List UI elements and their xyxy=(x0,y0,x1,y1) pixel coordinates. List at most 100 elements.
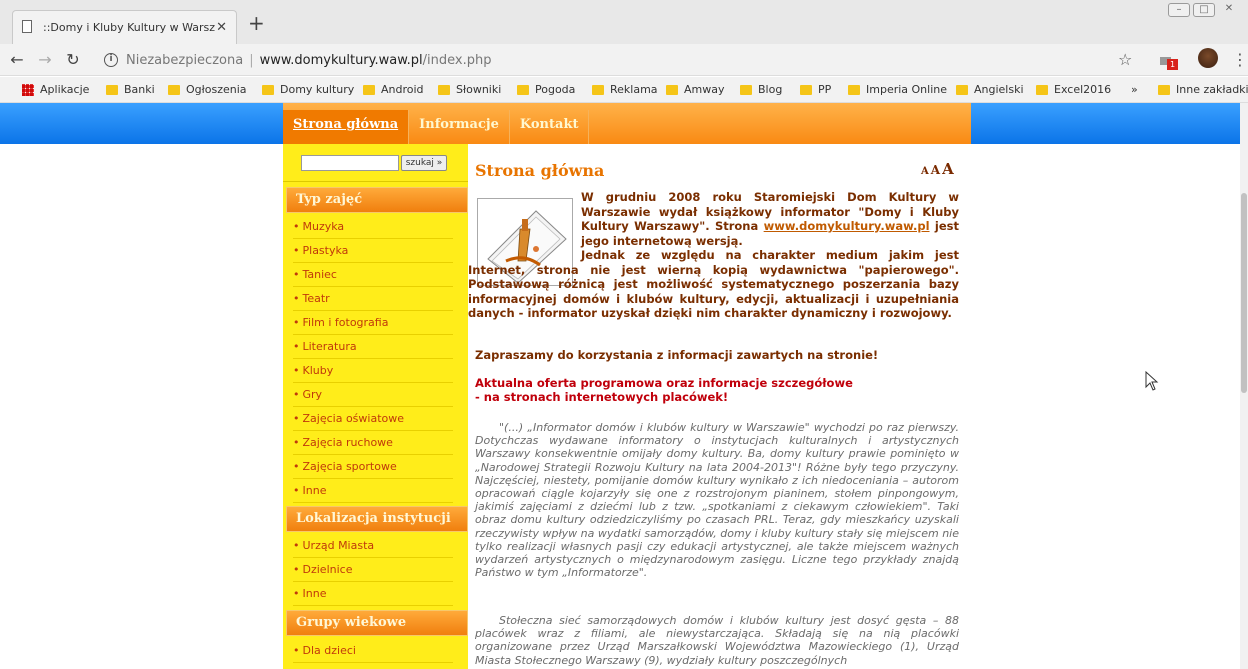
maximize-button[interactable]: □ xyxy=(1193,3,1215,17)
offer-text-line1: Aktualna oferta programowa oraz informac… xyxy=(475,376,853,390)
close-window-button[interactable]: ✕ xyxy=(1218,3,1240,17)
bookmark-star-icon[interactable]: ☆ xyxy=(1118,50,1132,69)
nav-home[interactable]: Strona główna xyxy=(283,110,410,144)
folder-icon xyxy=(262,84,274,95)
intro-paragraph: W grudniu 2008 roku Staromiejski Dom Kul… xyxy=(581,190,959,248)
page-title: Strona główna xyxy=(475,161,605,180)
bookmark-folder[interactable]: Słowniki xyxy=(438,83,501,96)
folder-icon xyxy=(168,84,180,95)
browser-toolbar: ← → ↻ i Niezabezpieczona | www.domykultu… xyxy=(0,44,1248,76)
extension-icon[interactable]: 1 xyxy=(1160,50,1178,70)
nav-information[interactable]: Informacje xyxy=(409,110,510,144)
search-button[interactable]: szukaj » xyxy=(401,155,447,171)
search-input[interactable] xyxy=(301,155,399,171)
extension-badge: 1 xyxy=(1167,59,1178,70)
sidebar-item-inne-lok[interactable]: • Inne xyxy=(293,583,453,606)
sidebar: szukaj » Typ zajęć • Muzyka • Plastyka • Ta… xyxy=(283,144,468,669)
sidebar-item-oswiatowe[interactable]: • Zajęcia oświatowe xyxy=(293,408,453,431)
bookmark-folder[interactable]: Banki xyxy=(106,83,155,96)
bookmark-folder[interactable]: Pogoda xyxy=(517,83,575,96)
reload-button[interactable]: ↻ xyxy=(62,50,84,69)
sidebar-item-sportowe[interactable]: • Zajęcia sportowe xyxy=(293,456,453,479)
scrollbar-thumb[interactable] xyxy=(1241,193,1247,393)
web-page: Strona główna Informacje Kontakt szukaj … xyxy=(0,103,1248,669)
folder-icon xyxy=(438,84,450,95)
sidebar-item-ruchowe[interactable]: • Zajęcia ruchowe xyxy=(293,432,453,455)
bookmark-folder[interactable]: Reklama xyxy=(592,83,658,96)
bookmark-apps[interactable]: Aplikacje xyxy=(22,83,89,96)
folder-icon xyxy=(517,84,529,95)
font-size-controls: AAA xyxy=(919,159,954,178)
forward-button[interactable]: → xyxy=(34,50,56,69)
section-type-header: Typ zajęć xyxy=(286,187,468,213)
apps-icon xyxy=(22,83,34,96)
sidebar-item-taniec[interactable]: • Taniec xyxy=(293,264,453,287)
bookmark-folder[interactable]: PP xyxy=(800,83,831,96)
sidebar-item-literatura[interactable]: • Literatura xyxy=(293,336,453,359)
main-content: Strona główna AAA W grudniu 2008 roku St… xyxy=(468,144,971,669)
bookmarks-overflow[interactable]: » xyxy=(1131,83,1138,96)
font-medium-button[interactable]: A xyxy=(931,163,940,177)
info-icon[interactable]: i xyxy=(104,53,118,67)
page-icon xyxy=(22,20,32,33)
folder-icon xyxy=(363,84,375,95)
sidebar-item-muzyka[interactable]: • Muzyka xyxy=(293,216,453,239)
menu-icon[interactable]: ⋮ xyxy=(1232,50,1248,69)
browser-tab[interactable]: ::Domy i Kluby Kultury w Warsz ✕ xyxy=(12,10,237,44)
bookmark-folder[interactable]: Amway xyxy=(666,83,725,96)
tab-title: ::Domy i Kluby Kultury w Warsz xyxy=(43,21,216,34)
bookmark-folder[interactable]: Domy kultury xyxy=(262,83,354,96)
url-path: /index.php xyxy=(422,52,492,68)
description-paragraph: Jednak ze względu na charakter medium ja… xyxy=(468,248,959,320)
section-location-header: Lokalizacja instytucji xyxy=(286,506,468,532)
folder-icon xyxy=(956,84,968,95)
folder-icon xyxy=(106,84,118,95)
sidebar-item-kluby[interactable]: • Kluby xyxy=(293,360,453,383)
font-large-button[interactable]: A xyxy=(942,160,954,178)
sidebar-item-plastyka[interactable]: • Plastyka xyxy=(293,240,453,263)
bookmarks-bar: Aplikacje Banki Ogłoszenia Domy kultury … xyxy=(0,77,1248,103)
folder-icon xyxy=(1158,84,1170,95)
page-scrollbar[interactable] xyxy=(1240,103,1248,669)
site-link[interactable]: www.domykultury.waw.pl xyxy=(764,219,930,233)
address-bar[interactable]: i Niezabezpieczona | www.domykultury.waw… xyxy=(104,46,1124,74)
sidebar-item-urzad[interactable]: • Urząd Miasta xyxy=(293,535,453,558)
url-host: www.domykultury.waw.pl xyxy=(259,52,423,68)
bookmark-folder[interactable]: Android xyxy=(363,83,424,96)
offer-text-line2: - na stronach internetowych placówek! xyxy=(475,390,729,404)
folder-icon xyxy=(740,84,752,95)
folder-icon xyxy=(592,84,604,95)
back-button[interactable]: ← xyxy=(6,50,28,69)
font-small-button[interactable]: A xyxy=(921,166,929,177)
bookmark-folder[interactable]: Angielski xyxy=(956,83,1024,96)
folder-icon xyxy=(1036,84,1048,95)
search-area: szukaj » xyxy=(283,144,468,182)
quote-paragraph-1: "(...) „Informator domów i klubów kultur… xyxy=(475,421,959,580)
nav-contact[interactable]: Kontakt xyxy=(510,110,590,144)
close-tab-icon[interactable]: ✕ xyxy=(216,20,227,35)
bookmark-folder[interactable]: Excel2016 xyxy=(1036,83,1111,96)
bookmark-other[interactable]: Inne zakładki xyxy=(1158,83,1248,96)
bookmark-folder[interactable]: Imperia Online xyxy=(848,83,947,96)
folder-icon xyxy=(666,84,678,95)
minimize-button[interactable]: – xyxy=(1168,3,1190,17)
sidebar-item-teatr[interactable]: • Teatr xyxy=(293,288,453,311)
sidebar-item-gry[interactable]: • Gry xyxy=(293,384,453,407)
folder-icon xyxy=(848,84,860,95)
bookmark-folder[interactable]: Ogłoszenia xyxy=(168,83,247,96)
sidebar-item-dzielnice[interactable]: • Dzielnice xyxy=(293,559,453,582)
sidebar-item-film[interactable]: • Film i fotografia xyxy=(293,312,453,335)
site-nav: Strona główna Informacje Kontakt xyxy=(283,103,971,144)
browser-tab-strip: ::Domy i Kluby Kultury w Warsz ✕ + – □ ✕ xyxy=(0,0,1248,44)
quote-paragraph-2: Stołeczna sieć samorządowych domów i klu… xyxy=(475,614,959,667)
section-age-header: Grupy wiekowe xyxy=(286,610,468,636)
sidebar-item-inne[interactable]: • Inne xyxy=(293,480,453,503)
mouse-cursor-icon xyxy=(1145,371,1159,391)
folder-icon xyxy=(800,84,812,95)
sidebar-item-dzieci[interactable]: • Dla dzieci xyxy=(293,640,453,663)
profile-avatar[interactable] xyxy=(1198,48,1218,68)
new-tab-button[interactable]: + xyxy=(248,13,265,33)
insecure-label: Niezabezpieczona xyxy=(126,52,244,68)
bookmark-folder[interactable]: Blog xyxy=(740,83,782,96)
invitation-text: Zapraszamy do korzystania z informacji z… xyxy=(475,348,879,362)
